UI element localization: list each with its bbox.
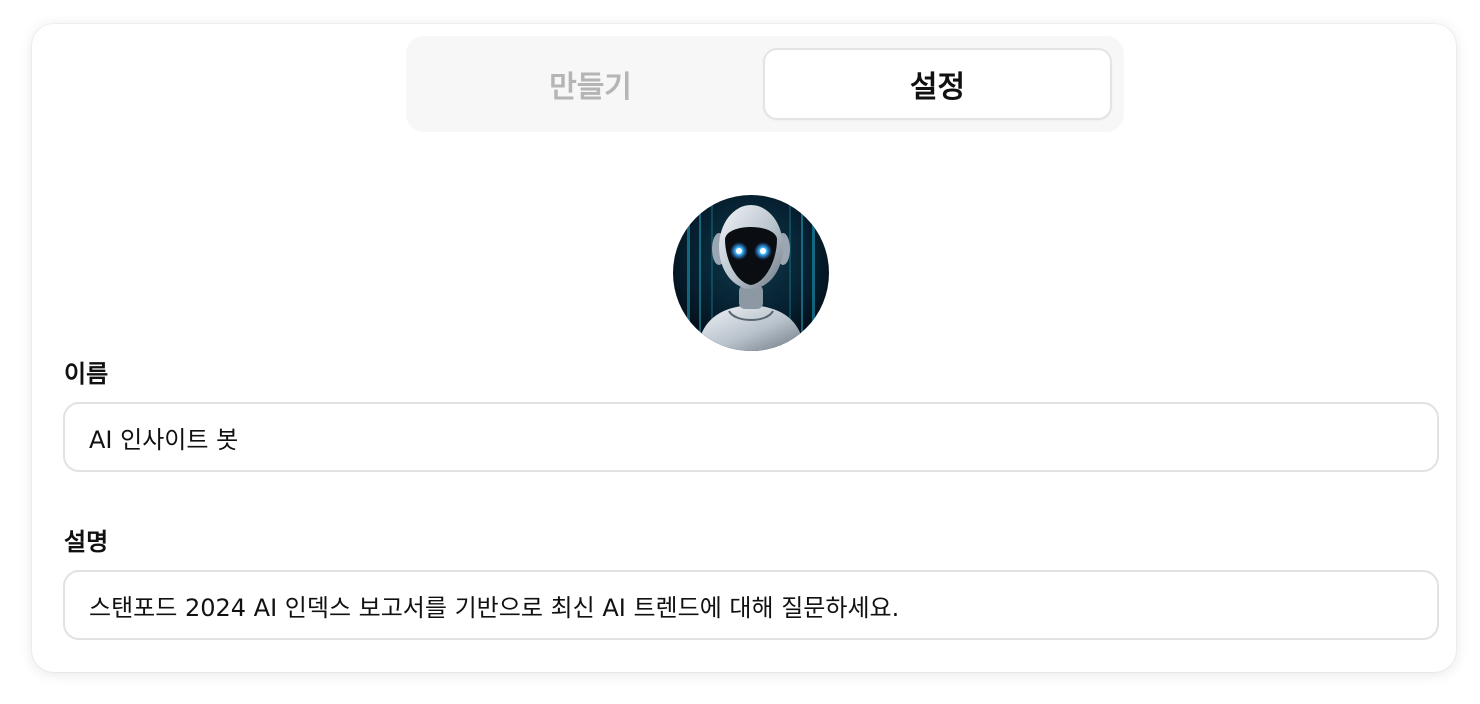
name-label: 이름 — [64, 360, 109, 388]
robot-avatar-icon — [673, 195, 829, 351]
name-value: AI 인사이트 봇 — [89, 425, 239, 454]
tab-create[interactable]: 만들기 — [418, 48, 763, 120]
description-label: 설명 — [64, 528, 109, 556]
name-field[interactable]: AI 인사이트 봇 — [63, 402, 1439, 472]
tab-settings[interactable]: 설정 — [763, 48, 1112, 120]
settings-card: 만들기 설정 이름 AI 인사이트 봇 설명 스탠포드 2024 AI 인덱스 … — [32, 24, 1456, 672]
bot-avatar[interactable] — [673, 195, 829, 351]
description-value: 스탠포드 2024 AI 인덱스 보고서를 기반으로 최신 AI 트렌드에 대해… — [89, 593, 900, 622]
mode-tab-bar: 만들기 설정 — [406, 36, 1124, 132]
description-field[interactable]: 스탠포드 2024 AI 인덱스 보고서를 기반으로 최신 AI 트렌드에 대해… — [63, 570, 1439, 640]
